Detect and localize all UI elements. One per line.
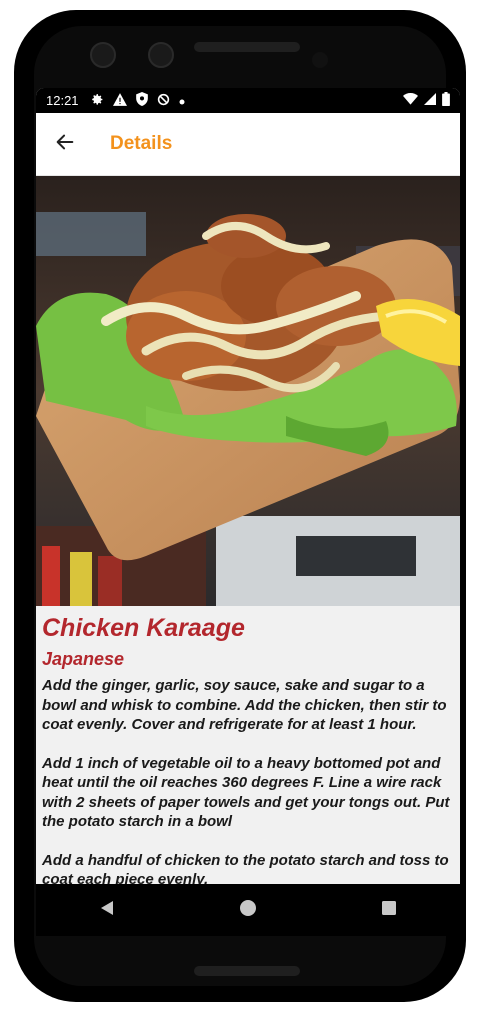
recents-square-icon	[381, 900, 397, 921]
app-bar: Details	[36, 113, 460, 176]
battery-icon	[442, 92, 450, 109]
status-time: 12:21	[46, 93, 79, 108]
nav-recents-button[interactable]	[359, 884, 419, 936]
recipe-title: Chicken Karaage	[42, 614, 245, 642]
home-circle-icon	[239, 899, 257, 922]
front-camera-left	[90, 42, 116, 68]
status-bar: 12:21	[36, 88, 460, 113]
arrow-left-icon	[54, 131, 76, 158]
screen: 12:21 Details Chicken Karaage Japanese A…	[36, 88, 460, 936]
proximity-sensor	[312, 52, 328, 68]
instruction-step-2: Add 1 inch of vegetable oil to a heavy b…	[42, 754, 450, 831]
gear-icon	[91, 93, 104, 109]
earpiece-speaker	[194, 42, 300, 52]
warning-icon	[112, 92, 127, 109]
page-title: Details	[110, 133, 173, 154]
front-camera-right	[148, 42, 174, 68]
back-button[interactable]	[38, 113, 92, 175]
nav-back-button[interactable]	[77, 884, 137, 936]
shield-icon	[135, 92, 148, 109]
system-nav-bar	[36, 884, 460, 936]
recipe-cuisine: Japanese	[42, 649, 125, 669]
recipe-photo-image	[36, 176, 460, 606]
bottom-speaker	[194, 966, 300, 976]
wifi-icon	[403, 93, 418, 108]
signal-icon	[424, 93, 436, 108]
data-saver-icon	[157, 93, 170, 109]
nav-home-button[interactable]	[218, 884, 278, 936]
dot-icon	[179, 93, 185, 108]
recipe-photo	[36, 176, 460, 606]
instruction-step-1: Add the ginger, garlic, soy sauce, sake …	[42, 677, 447, 733]
back-triangle-icon	[99, 900, 115, 921]
